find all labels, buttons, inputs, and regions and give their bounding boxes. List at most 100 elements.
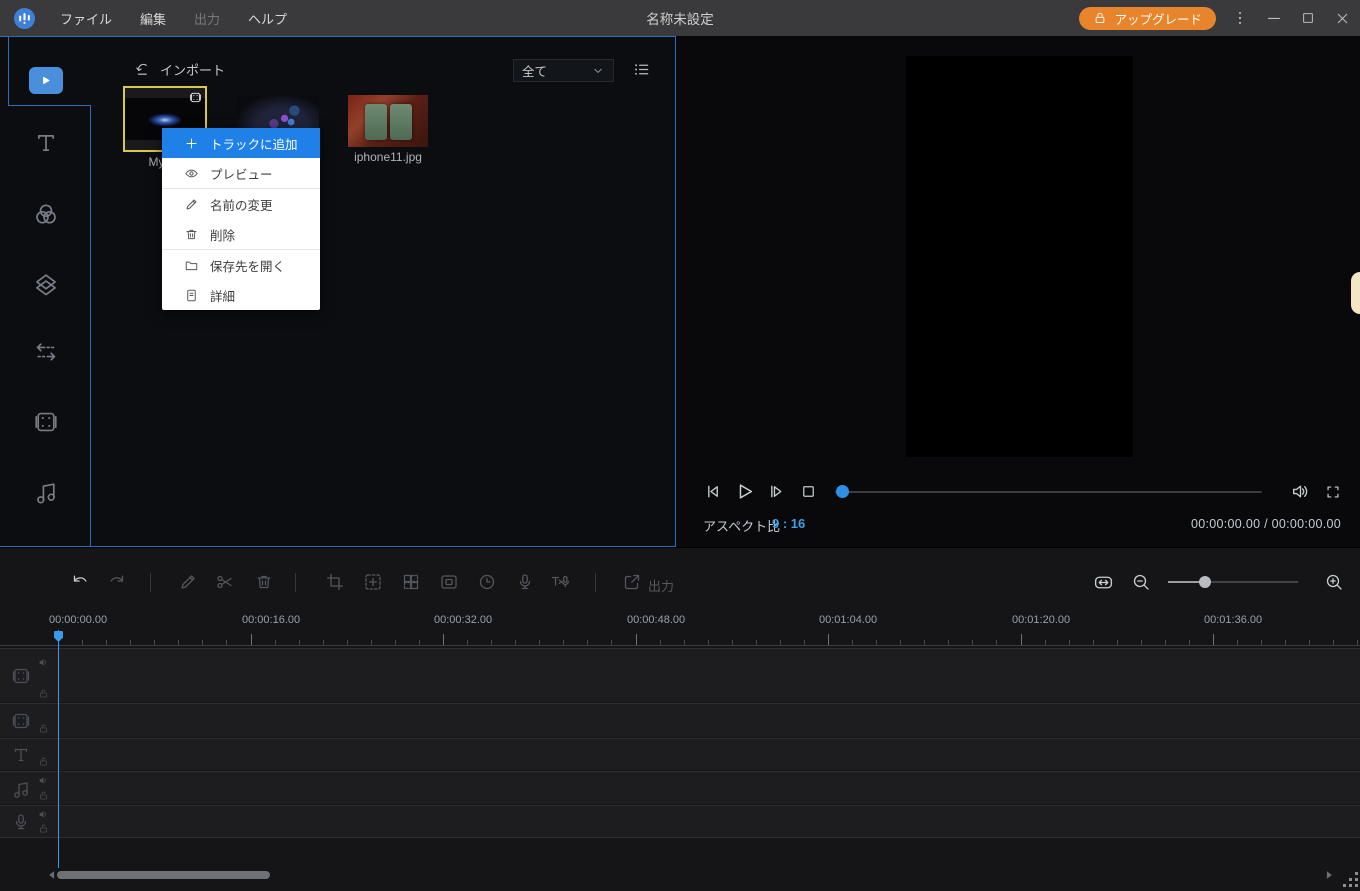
- track-mute-toggle[interactable]: [38, 775, 49, 786]
- ruler-timecode-label: 00:00:32.00: [434, 614, 493, 626]
- timecode: 00:00:00.00 / 00:00:00.00: [1191, 517, 1341, 531]
- ruler-tick: [876, 640, 877, 645]
- menu-ヘルプ[interactable]: ヘルプ: [238, 5, 297, 32]
- fullscreen-button[interactable]: [1324, 483, 1342, 501]
- context-menu-item-保存先を開く[interactable]: 保存先を開く: [162, 250, 320, 280]
- next-frame-button[interactable]: [765, 481, 786, 502]
- media-item-iphone11.jpg[interactable]: [348, 95, 428, 147]
- text-track[interactable]: [0, 738, 1360, 770]
- ruler-tick: [828, 634, 829, 645]
- undo-button[interactable]: [70, 572, 90, 592]
- track-mute-toggle[interactable]: [38, 657, 49, 668]
- sidebar-tab-music[interactable]: [0, 464, 91, 520]
- export-button[interactable]: [622, 572, 642, 592]
- panel-border-sidebar: [90, 105, 91, 547]
- split-button[interactable]: [215, 572, 235, 592]
- sidebar-tab-elements[interactable]: [0, 394, 91, 450]
- aspect-ratio-value[interactable]: 9 : 16: [772, 516, 805, 531]
- export-label[interactable]: 出力: [648, 576, 674, 595]
- timeline-ruler[interactable]: 00:00:00.00 00:00:16.00 00:00:32.00 00:00:4…: [0, 608, 1360, 646]
- sidebar-tab-filters[interactable]: [0, 186, 91, 242]
- previous-frame-button[interactable]: [702, 481, 723, 502]
- freeze-frame-button[interactable]: [439, 572, 459, 592]
- zoom-out-button[interactable]: [1131, 572, 1151, 592]
- sidebar-tab-media[interactable]: [0, 52, 91, 108]
- volume-button[interactable]: [1290, 481, 1311, 502]
- mosaic-button[interactable]: [401, 572, 421, 592]
- track-lock-toggle[interactable]: [38, 723, 49, 734]
- crop-button[interactable]: [325, 572, 345, 592]
- context-menu-item-プレビュー[interactable]: プレビュー: [162, 158, 320, 188]
- redo-button[interactable]: [107, 572, 127, 592]
- context-menu-item-トラックに追加[interactable]: トラックに追加: [162, 128, 320, 158]
- context-menu-item-label: 削除: [210, 228, 236, 243]
- delete-button[interactable]: [254, 572, 274, 592]
- ruler-tick: [419, 640, 420, 645]
- ruler-tick: [852, 640, 853, 645]
- zoom-in-button[interactable]: [1324, 572, 1344, 592]
- track-lock-toggle[interactable]: [38, 790, 49, 801]
- ruler-timecode-label: 00:00:16.00: [242, 614, 301, 626]
- context-menu-item-label: トラックに追加: [210, 137, 298, 152]
- filter-dropdown[interactable]: 全て: [513, 59, 614, 82]
- timeline-zoom-handle[interactable]: [1199, 576, 1211, 588]
- more-menu-button[interactable]: [1230, 8, 1250, 28]
- video-track[interactable]: [0, 648, 1360, 702]
- ruler-tick: [323, 640, 324, 645]
- ruler-timecode-label: 00:01:20.00: [1012, 614, 1071, 626]
- track-lock-toggle[interactable]: [38, 756, 49, 767]
- trash-icon: [184, 226, 200, 242]
- sidebar-tab-overlays[interactable]: [0, 255, 91, 311]
- resize-grip[interactable]: [1341, 872, 1358, 889]
- timeline-zoom-slider[interactable]: [1168, 581, 1298, 583]
- ruler-tick: [1285, 640, 1286, 645]
- seek-slider-handle[interactable]: [836, 485, 849, 498]
- text-to-speech-button[interactable]: [550, 572, 570, 592]
- horizontal-scrollbar-thumb[interactable]: [57, 871, 270, 879]
- ruler-timecode-label: 00:00:48.00: [627, 614, 686, 626]
- edit-button[interactable]: [178, 572, 198, 592]
- list-view-button[interactable]: [632, 60, 651, 79]
- folder-icon: [184, 257, 200, 273]
- ruler-tick: [1117, 640, 1118, 645]
- edge-floating-widget[interactable]: [1351, 272, 1360, 314]
- close-button[interactable]: [1332, 8, 1352, 28]
- lock-icon: [1093, 11, 1107, 25]
- scroll-right-button[interactable]: [1322, 868, 1336, 882]
- import-button[interactable]: インポート: [134, 60, 225, 79]
- minimize-button[interactable]: [1264, 8, 1284, 28]
- context-menu-item-詳細[interactable]: 詳細: [162, 280, 320, 310]
- menu-編集[interactable]: 編集: [130, 5, 176, 32]
- seek-slider[interactable]: [835, 491, 1262, 493]
- context-menu-item-削除[interactable]: 削除: [162, 219, 320, 249]
- menu-ファイル[interactable]: ファイル: [50, 5, 122, 32]
- fit-timeline-button[interactable]: [1093, 572, 1114, 593]
- ruler-tick: [1261, 640, 1262, 645]
- ruler-tick: [467, 640, 468, 645]
- context-menu-item-label: 保存先を開く: [210, 259, 286, 274]
- sidebar-tab-transitions[interactable]: [0, 324, 91, 380]
- transitions-icon: [33, 339, 59, 365]
- import-icon: [134, 61, 151, 78]
- upgrade-button[interactable]: アップグレード: [1079, 6, 1216, 30]
- stop-button[interactable]: [799, 482, 818, 501]
- track-mute-toggle[interactable]: [38, 809, 49, 820]
- context-menu-item-名前の変更[interactable]: 名前の変更: [162, 189, 320, 219]
- duration-button[interactable]: [477, 572, 497, 592]
- ruler-tick: [1165, 640, 1166, 645]
- ruler-tick: [130, 640, 131, 645]
- sidebar-tab-text[interactable]: [0, 115, 91, 171]
- zoom-frame-button[interactable]: [363, 572, 383, 592]
- overlay-track[interactable]: [0, 703, 1360, 737]
- import-label: インポート: [160, 63, 226, 78]
- track-lock-toggle[interactable]: [38, 688, 49, 699]
- voiceover-track[interactable]: [0, 805, 1360, 837]
- ruler-tick: [1069, 640, 1070, 645]
- panel-border-notch: [8, 105, 91, 106]
- play-button[interactable]: [733, 480, 756, 503]
- ruler-tick: [1333, 640, 1334, 645]
- track-lock-toggle[interactable]: [38, 823, 49, 834]
- music-track[interactable]: [0, 771, 1360, 804]
- voiceover-button[interactable]: [515, 572, 535, 592]
- maximize-button[interactable]: [1298, 8, 1318, 28]
